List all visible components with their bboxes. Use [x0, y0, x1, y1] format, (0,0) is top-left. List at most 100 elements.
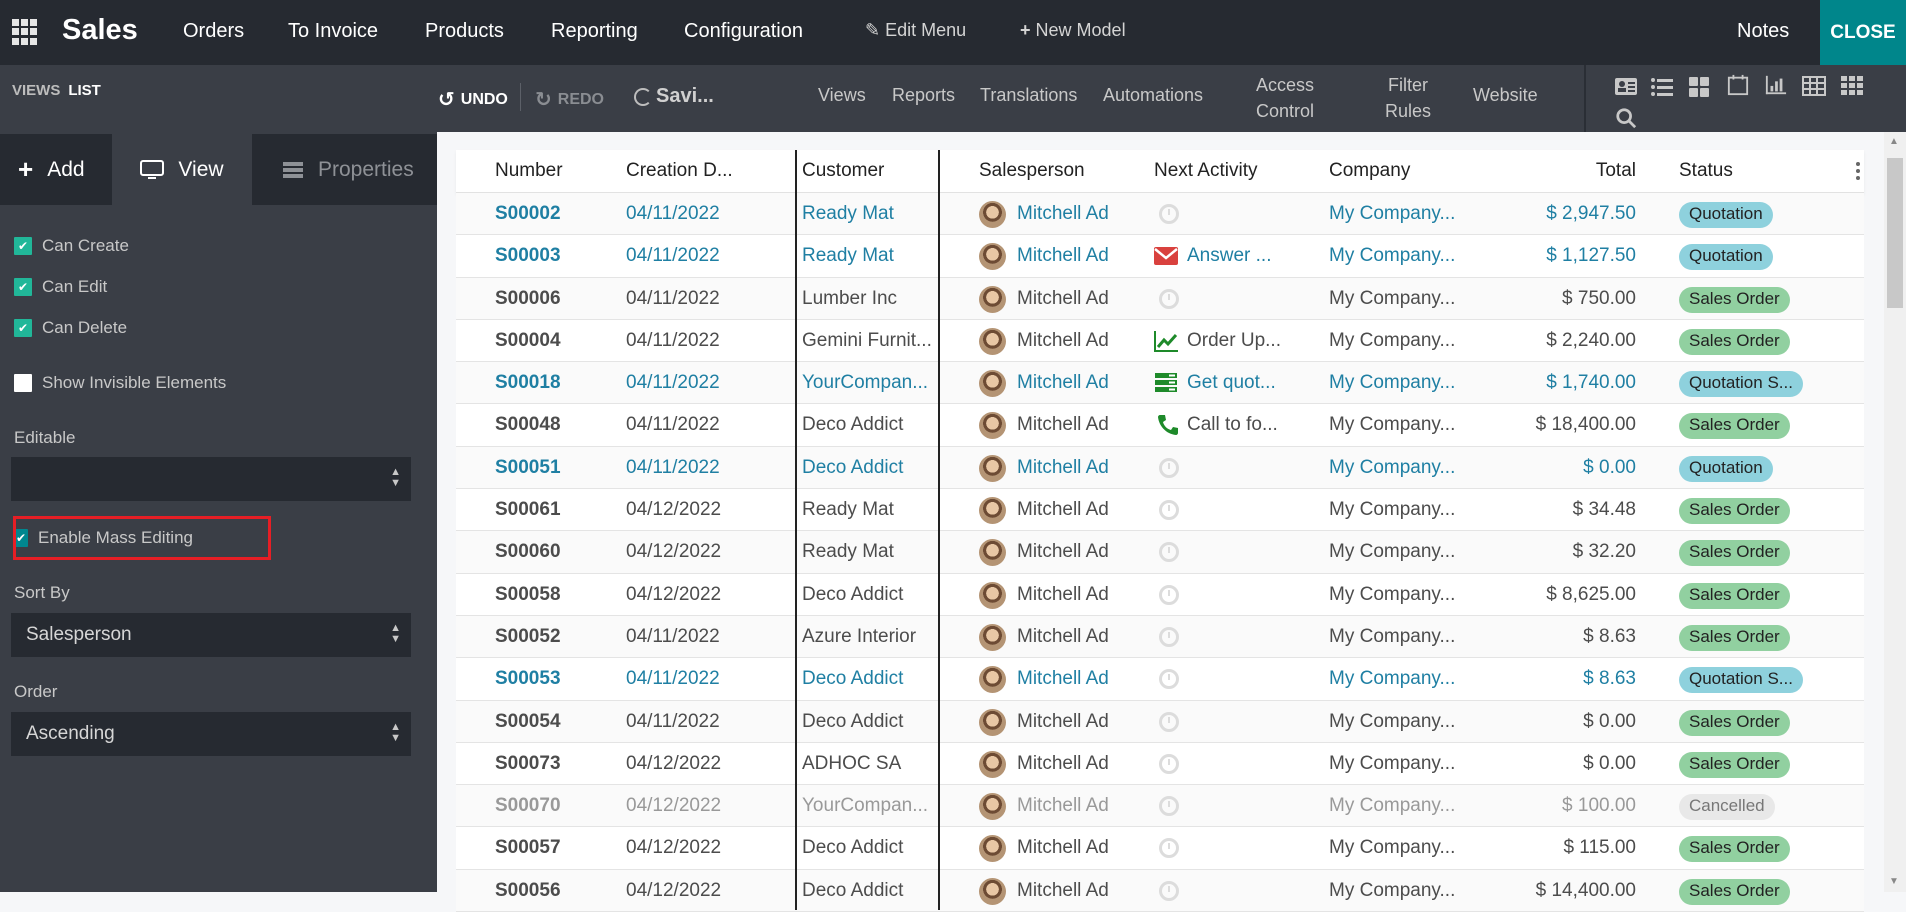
- table-row[interactable]: S00048 04/11/2022 Deco Addict Mitchell Ad Ca…: [456, 404, 1864, 447]
- table-row[interactable]: S00052 04/11/2022 Azure Interior Mitchell A…: [456, 615, 1864, 659]
- phone-icon[interactable]: [1156, 414, 1180, 436]
- grid-view-icon[interactable]: [1840, 75, 1864, 97]
- clock-icon[interactable]: [1159, 838, 1179, 859]
- clock-icon[interactable]: [1159, 796, 1179, 817]
- table-row[interactable]: S00056 04/12/2022 Deco Addict Mitchell Ad My…: [456, 869, 1864, 912]
- table-row[interactable]: S00061 04/12/2022 Ready Mat Mitchell Ad My C…: [456, 489, 1864, 532]
- app-name[interactable]: Sales: [62, 14, 138, 47]
- email-icon[interactable]: [1154, 245, 1178, 267]
- clock-icon[interactable]: [1159, 542, 1179, 563]
- column-header-salesperson[interactable]: Salesperson: [979, 160, 1085, 182]
- customer: Ready Mat: [802, 541, 894, 563]
- table-row[interactable]: S00058 04/12/2022 Deco Addict Mitchell Ad My…: [456, 574, 1864, 616]
- table-row[interactable]: S00006 04/11/2022 Lumber Inc Mitchell Ad My …: [456, 277, 1864, 320]
- menu-to-invoice[interactable]: To Invoice: [288, 20, 378, 43]
- edit-menu-button[interactable]: ✎ Edit Menu: [865, 20, 966, 41]
- can-delete-checkbox[interactable]: ✔ Can Delete: [14, 318, 127, 338]
- clock-icon[interactable]: [1159, 288, 1179, 309]
- close-button[interactable]: CLOSE: [1820, 0, 1906, 65]
- menu-configuration[interactable]: Configuration: [684, 20, 803, 43]
- clock-icon[interactable]: [1159, 626, 1179, 647]
- tasks-icon[interactable]: [1154, 372, 1178, 394]
- tab-properties[interactable]: Properties: [282, 134, 414, 205]
- clock-icon[interactable]: [1159, 584, 1179, 605]
- column-header-total[interactable]: Total: [1576, 160, 1636, 182]
- table-row[interactable]: S00003 04/11/2022 Ready Mat Mitchell Ad Answ…: [456, 235, 1864, 278]
- pivot-view-icon[interactable]: [1802, 75, 1826, 97]
- table-row[interactable]: S00073 04/12/2022 ADHOC SA Mitchell Ad My Co…: [456, 743, 1864, 786]
- nav-views[interactable]: Views: [818, 85, 866, 106]
- new-model-button[interactable]: + New Model: [1020, 20, 1126, 41]
- nav-reports[interactable]: Reports: [892, 85, 955, 106]
- creation-date: 04/11/2022: [626, 710, 720, 732]
- clock-icon[interactable]: [1159, 204, 1179, 224]
- redo-button[interactable]: ↻ REDO: [535, 87, 604, 112]
- company: My Company...: [1329, 245, 1456, 267]
- breadcrumb-views[interactable]: VIEWS: [12, 82, 60, 99]
- table-row[interactable]: S00002 04/11/2022 Ready Mat Mitchell Ad My C…: [456, 193, 1864, 236]
- order-number: S00070: [495, 795, 561, 817]
- menu-orders[interactable]: Orders: [183, 20, 244, 43]
- company: My Company...: [1329, 583, 1456, 605]
- salesperson: Mitchell Ad: [1017, 372, 1109, 394]
- menu-reporting[interactable]: Reporting: [551, 20, 638, 43]
- tab-add[interactable]: + Add: [18, 134, 85, 205]
- clock-icon[interactable]: [1159, 880, 1179, 901]
- table-row[interactable]: S00018 04/11/2022 YourCompan... Mitchell Ad…: [456, 362, 1864, 405]
- search-view-icon[interactable]: [1614, 107, 1638, 129]
- table-row[interactable]: S00004 04/11/2022 Gemini Furnit... Mitchell…: [456, 320, 1864, 363]
- calendar-view-icon[interactable]: [1726, 74, 1750, 96]
- clock-icon[interactable]: [1159, 711, 1179, 732]
- company: My Company...: [1329, 795, 1456, 817]
- show-invisible-checkbox[interactable]: Show Invisible Elements: [14, 373, 226, 393]
- sales-orders-table: Number Creation D... Customer Salesperso…: [456, 150, 1864, 912]
- graph-view-icon[interactable]: [1764, 74, 1788, 96]
- nav-translations[interactable]: Translations: [980, 85, 1077, 106]
- scroll-down-icon[interactable]: ▼: [1889, 876, 1899, 887]
- undo-button[interactable]: ↺ UNDO: [438, 87, 508, 112]
- editable-select[interactable]: ▲ ▼: [11, 457, 411, 501]
- column-header-creation-date[interactable]: Creation D...: [626, 160, 733, 182]
- redo-icon: ↻: [535, 89, 552, 111]
- nav-access-control-line1: Access: [1256, 75, 1315, 95]
- optional-columns-menu-icon[interactable]: [1856, 162, 1860, 182]
- table-row[interactable]: S00070 04/12/2022 YourCompan... Mitchell Ad…: [456, 785, 1864, 828]
- column-header-customer[interactable]: Customer: [802, 160, 884, 182]
- table-row[interactable]: S00060 04/12/2022 Ready Mat Mitchell Ad My C…: [456, 531, 1864, 574]
- sort-by-select[interactable]: Salesperson ▲ ▼: [11, 613, 411, 657]
- clock-icon[interactable]: [1159, 457, 1179, 478]
- clock-icon[interactable]: [1159, 753, 1179, 774]
- can-edit-checkbox[interactable]: ✔ Can Edit: [14, 277, 107, 297]
- menu-products[interactable]: Products: [425, 20, 504, 43]
- chart-up-icon[interactable]: [1154, 330, 1178, 352]
- list-view-icon[interactable]: [1650, 76, 1674, 98]
- tab-view[interactable]: View: [112, 134, 252, 206]
- table-row[interactable]: S00054 04/11/2022 Deco Addict Mitchell Ad My…: [456, 700, 1864, 743]
- table-row[interactable]: S00053 04/11/2022 Deco Addict Mitchell Ad My…: [456, 658, 1864, 701]
- notes-button[interactable]: Notes: [1737, 20, 1789, 43]
- nav-access-control-line2: Control: [1256, 101, 1315, 121]
- nav-filter-rules-line2: Rules: [1385, 101, 1432, 121]
- scrollbar-thumb[interactable]: [1887, 158, 1903, 308]
- column-header-status[interactable]: Status: [1679, 160, 1733, 182]
- nav-access-control[interactable]: Access Control: [1256, 72, 1314, 124]
- column-header-company[interactable]: Company: [1329, 160, 1410, 182]
- column-header-number[interactable]: Number: [495, 160, 563, 182]
- apps-menu-icon[interactable]: [12, 19, 38, 45]
- scroll-up-icon[interactable]: ▲: [1889, 136, 1899, 147]
- clock-icon[interactable]: [1159, 669, 1179, 690]
- kanban-view-icon[interactable]: [1688, 76, 1712, 98]
- clock-icon[interactable]: [1159, 500, 1179, 521]
- table-row[interactable]: S00057 04/12/2022 Deco Addict Mitchell Ad My…: [456, 827, 1864, 870]
- vertical-scrollbar[interactable]: ▲ ▼: [1884, 132, 1906, 892]
- order-select[interactable]: Ascending ▲ ▼: [11, 712, 411, 756]
- table-row[interactable]: S00051 04/11/2022 Deco Addict Mitchell Ad My…: [456, 446, 1864, 490]
- nav-website[interactable]: Website: [1473, 85, 1538, 106]
- can-create-checkbox[interactable]: ✔ Can Create: [14, 236, 129, 256]
- column-header-next-activity[interactable]: Next Activity: [1154, 160, 1257, 182]
- form-view-icon[interactable]: [1614, 76, 1638, 98]
- order-number: S00057: [495, 837, 561, 859]
- nav-automations[interactable]: Automations: [1103, 85, 1203, 106]
- top-navbar: Sales Orders To Invoice Products Reporti…: [0, 0, 1906, 65]
- nav-filter-rules[interactable]: Filter Rules: [1385, 72, 1431, 124]
